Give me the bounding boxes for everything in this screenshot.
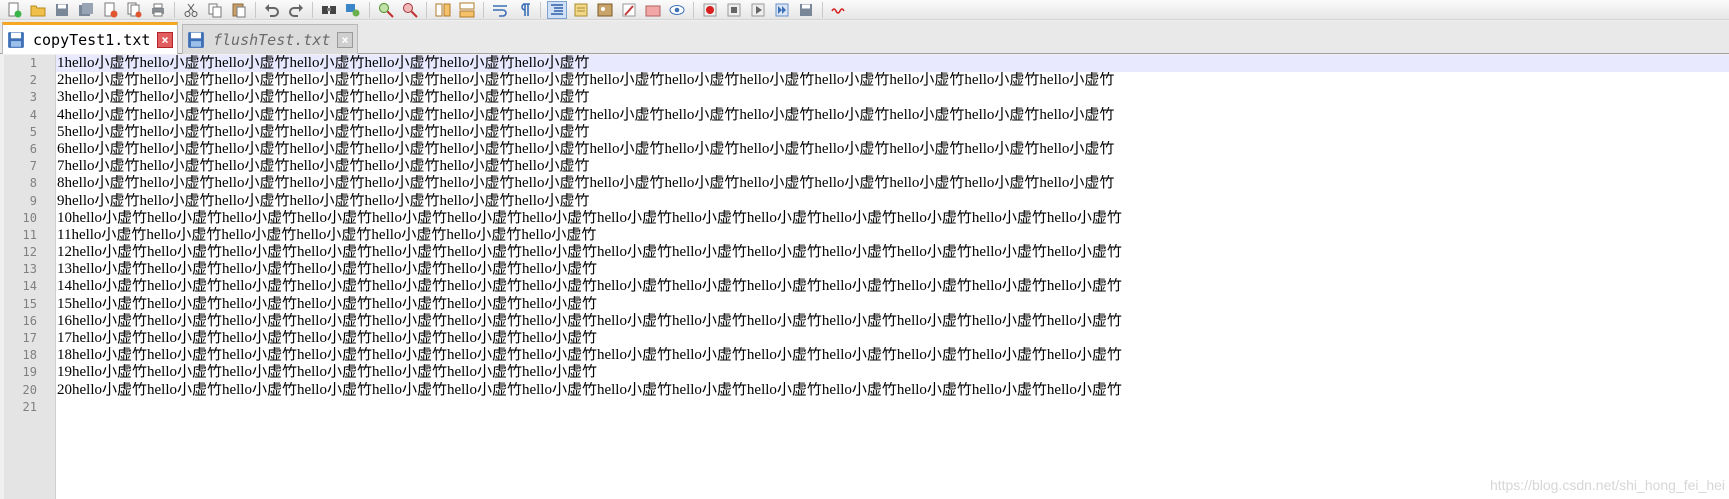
print-icon[interactable] xyxy=(148,1,168,19)
line-number: 15 xyxy=(22,296,37,311)
code-line[interactable]: 13hello小虚竹hello小虚竹hello小虚竹hello小虚竹hello小… xyxy=(56,261,1729,278)
line-number: 18 xyxy=(22,348,37,363)
code-line[interactable]: 20hello小虚竹hello小虚竹hello小虚竹hello小虚竹hello小… xyxy=(56,382,1729,399)
code-line[interactable]: 2hello小虚竹hello小虚竹hello小虚竹hello小虚竹hello小虚… xyxy=(56,72,1729,89)
code-line[interactable]: 14hello小虚竹hello小虚竹hello小虚竹hello小虚竹hello小… xyxy=(56,278,1729,295)
code-line[interactable]: 4hello小虚竹hello小虚竹hello小虚竹hello小虚竹hello小虚… xyxy=(56,107,1729,124)
code-line[interactable]: 7hello小虚竹hello小虚竹hello小虚竹hello小虚竹hello小虚… xyxy=(56,158,1729,175)
toolbar-separator xyxy=(369,1,370,18)
editor-pane[interactable]: 1 2 3 4 5 6 7 8 9 10 11 12 13 14 15 16 17 18 19 20 21 1hello… xyxy=(4,55,1729,499)
zoom-in-icon[interactable] xyxy=(376,1,396,19)
close-file-icon[interactable] xyxy=(100,1,120,19)
find-icon[interactable] xyxy=(319,1,339,19)
toolbar-separator xyxy=(483,1,484,18)
tab-flushtest[interactable]: flushTest.txt × xyxy=(182,24,358,54)
code-line[interactable]: 12hello小虚竹hello小虚竹hello小虚竹hello小虚竹hello小… xyxy=(56,244,1729,261)
line-number: 2 xyxy=(29,73,37,88)
close-all-icon[interactable] xyxy=(124,1,144,19)
line-number: 21 xyxy=(22,399,37,414)
sync-horizontal-icon[interactable] xyxy=(457,1,477,19)
line-number: 1 xyxy=(29,56,37,70)
toolbar-separator xyxy=(540,1,541,18)
text-area[interactable]: 1hello小虚竹hello小虚竹hello小虚竹hello小虚竹hello小虚… xyxy=(56,55,1729,499)
line-number: 13 xyxy=(22,262,37,277)
toolbar-separator xyxy=(693,1,694,18)
line-number-gutter: 1 2 3 4 5 6 7 8 9 10 11 12 13 14 15 16 17 18 19 20 21 xyxy=(4,55,56,499)
tab-label: flushTest.txt xyxy=(213,30,331,49)
zoom-out-icon[interactable] xyxy=(400,1,420,19)
pen-icon[interactable] xyxy=(619,1,639,19)
close-tab-icon[interactable]: × xyxy=(337,31,353,48)
code-line[interactable]: 17hello小虚竹hello小虚竹hello小虚竹hello小虚竹hello小… xyxy=(56,330,1729,347)
new-file-icon[interactable] xyxy=(4,1,24,19)
open-file-icon[interactable] xyxy=(28,1,48,19)
save-all-icon[interactable] xyxy=(76,1,96,19)
code-line[interactable]: 9hello小虚竹hello小虚竹hello小虚竹hello小虚竹hello小虚… xyxy=(56,193,1729,210)
saved-file-icon xyxy=(188,31,204,48)
code-line[interactable]: 11hello小虚竹hello小虚竹hello小虚竹hello小虚竹hello小… xyxy=(56,227,1729,244)
tab-copytest1[interactable]: copyTest1.txt × xyxy=(2,22,178,54)
code-line[interactable]: 3hello小虚竹hello小虚竹hello小虚竹hello小虚竹hello小虚… xyxy=(56,89,1729,106)
line-number: 17 xyxy=(22,331,37,345)
saved-file-icon xyxy=(8,31,24,48)
tab-label: copyTest1.txt xyxy=(33,30,151,49)
show-all-chars-icon[interactable] xyxy=(514,1,534,19)
line-number: 6 xyxy=(29,141,37,156)
code-line[interactable]: 19hello小虚竹hello小虚竹hello小虚竹hello小虚竹hello小… xyxy=(56,364,1729,381)
save-icon[interactable] xyxy=(52,1,72,19)
paste-icon[interactable] xyxy=(229,1,249,19)
code-line[interactable]: 10hello小虚竹hello小虚竹hello小虚竹hello小虚竹hello小… xyxy=(56,210,1729,227)
sync-vertical-icon[interactable] xyxy=(433,1,453,19)
spell-check-icon[interactable] xyxy=(829,1,849,19)
language-icon[interactable] xyxy=(571,1,591,19)
line-number: 16 xyxy=(22,313,37,328)
close-tab-icon[interactable]: × xyxy=(157,31,173,48)
run-macro-multiple-icon[interactable] xyxy=(772,1,792,19)
line-number: 4 xyxy=(29,107,37,122)
toolbar-separator xyxy=(174,1,175,18)
cut-icon[interactable] xyxy=(181,1,201,19)
line-number: 19 xyxy=(22,365,37,380)
eye-icon[interactable] xyxy=(667,1,687,19)
toolbar-separator xyxy=(822,1,823,18)
code-line[interactable]: 1hello小虚竹hello小虚竹hello小虚竹hello小虚竹hello小虚… xyxy=(56,55,1729,73)
code-line[interactable]: 8hello小虚竹hello小虚竹hello小虚竹hello小虚竹hello小虚… xyxy=(56,175,1729,192)
code-line[interactable]: 18hello小虚竹hello小虚竹hello小虚竹hello小虚竹hello小… xyxy=(56,347,1729,364)
redo-icon[interactable] xyxy=(286,1,306,19)
folder-icon[interactable] xyxy=(643,1,663,19)
indent-guide-icon[interactable] xyxy=(547,0,567,19)
image-icon[interactable] xyxy=(595,1,615,19)
code-line[interactable]: 15hello小虚竹hello小虚竹hello小虚竹hello小虚竹hello小… xyxy=(56,296,1729,313)
stop-macro-icon[interactable] xyxy=(724,1,744,19)
code-line[interactable]: 16hello小虚竹hello小虚竹hello小虚竹hello小虚竹hello小… xyxy=(56,313,1729,330)
line-number: 7 xyxy=(29,159,37,174)
code-line[interactable]: 6hello小虚竹hello小虚竹hello小虚竹hello小虚竹hello小虚… xyxy=(56,141,1729,158)
code-line[interactable] xyxy=(56,399,1729,416)
line-number: 9 xyxy=(29,193,37,208)
save-macro-icon[interactable] xyxy=(796,1,816,19)
play-macro-icon[interactable] xyxy=(748,1,768,19)
line-number: 20 xyxy=(22,382,37,397)
line-number: 11 xyxy=(22,227,37,242)
line-number: 8 xyxy=(29,176,37,191)
undo-icon[interactable] xyxy=(262,1,282,19)
copy-icon[interactable] xyxy=(205,1,225,19)
tab-bar: copyTest1.txt × flushTest.txt × xyxy=(0,21,1729,54)
line-number: 10 xyxy=(22,210,37,225)
code-line[interactable]: 5hello小虚竹hello小虚竹hello小虚竹hello小虚竹hello小虚… xyxy=(56,124,1729,141)
main-toolbar xyxy=(0,0,1729,20)
toolbar-separator xyxy=(426,1,427,18)
record-macro-icon[interactable] xyxy=(700,1,720,19)
toolbar-separator xyxy=(312,1,313,18)
word-wrap-icon[interactable] xyxy=(490,1,510,19)
line-number: 14 xyxy=(22,279,37,294)
line-number: 3 xyxy=(29,90,37,105)
replace-icon[interactable] xyxy=(343,1,363,19)
watermark: https://blog.csdn.net/shi_hong_fei_hei xyxy=(1489,477,1725,493)
line-number: 5 xyxy=(29,124,37,139)
toolbar-separator xyxy=(255,1,256,18)
line-number: 12 xyxy=(22,245,37,260)
